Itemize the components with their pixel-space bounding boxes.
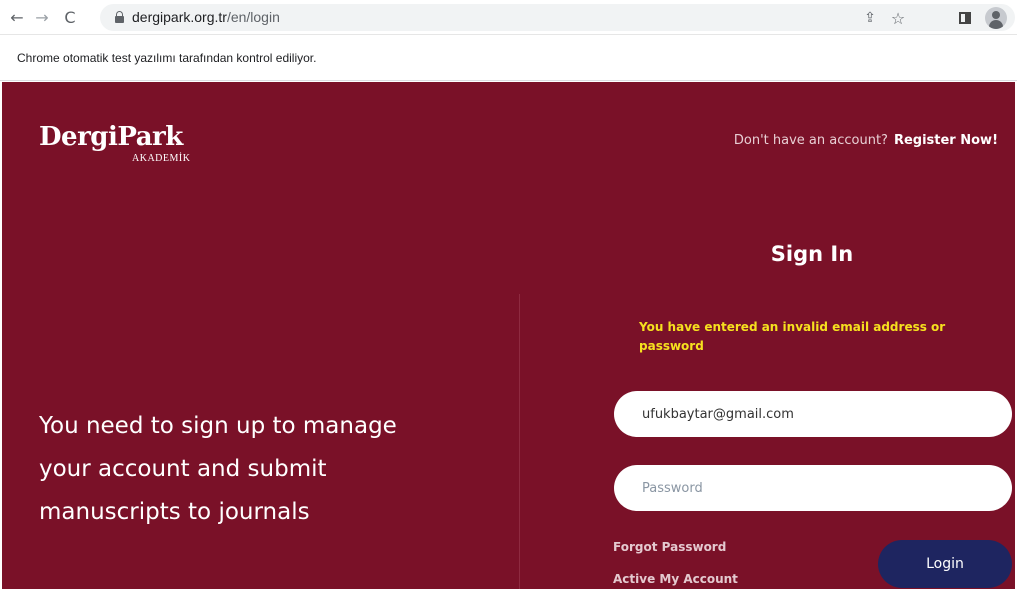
back-arrow-icon[interactable]: ←	[5, 5, 29, 29]
login-page: DergiPark AKADEMİK Don't have an account…	[2, 82, 1015, 589]
url-path: /en/login	[226, 9, 280, 25]
sign-in-title: Sign In	[770, 242, 854, 266]
logo-sub-text: AKADEMİK	[132, 153, 191, 164]
profile-avatar-icon[interactable]	[985, 7, 1007, 29]
forward-arrow-icon[interactable]: →	[30, 5, 54, 29]
forgot-password-link[interactable]: Forgot Password	[613, 540, 726, 554]
lock-icon[interactable]	[115, 11, 124, 23]
dergipark-logo[interactable]: DergiPark AKADEMİK	[39, 122, 190, 164]
column-divider	[519, 294, 520, 589]
bookmark-star-icon[interactable]: ☆	[888, 8, 908, 28]
address-bar[interactable]: dergipark.org.tr/en/login ⇪ ☆	[100, 4, 1015, 31]
email-input[interactable]	[614, 391, 1012, 437]
reload-icon[interactable]: C	[58, 5, 82, 29]
side-panel-icon[interactable]	[955, 8, 975, 28]
register-now-link[interactable]: Register Now!	[894, 133, 998, 148]
activate-account-link[interactable]: Active My Account	[613, 572, 738, 586]
login-error-message: You have entered an invalid email addres…	[639, 320, 946, 353]
infobar-text: Chrome otomatik test yazılımı tarafından…	[17, 51, 317, 65]
url-host: dergipark.org.tr	[132, 9, 227, 25]
logo-main-text: DergiPark	[39, 122, 183, 152]
password-input[interactable]	[614, 465, 1012, 511]
register-prompt: Don't have an account? Register Now!	[734, 133, 998, 148]
signup-tagline: You need to sign up to manage your accou…	[39, 413, 397, 525]
browser-toolbar: ← → C dergipark.org.tr/en/login ⇪ ☆	[0, 0, 1017, 35]
share-icon[interactable]: ⇪	[860, 8, 880, 28]
automation-infobar: Chrome otomatik test yazılımı tarafından…	[0, 36, 1017, 81]
login-button[interactable]: Login	[878, 540, 1012, 588]
register-prompt-text: Don't have an account?	[733, 133, 888, 148]
url-text[interactable]: dergipark.org.tr/en/login	[132, 9, 280, 25]
